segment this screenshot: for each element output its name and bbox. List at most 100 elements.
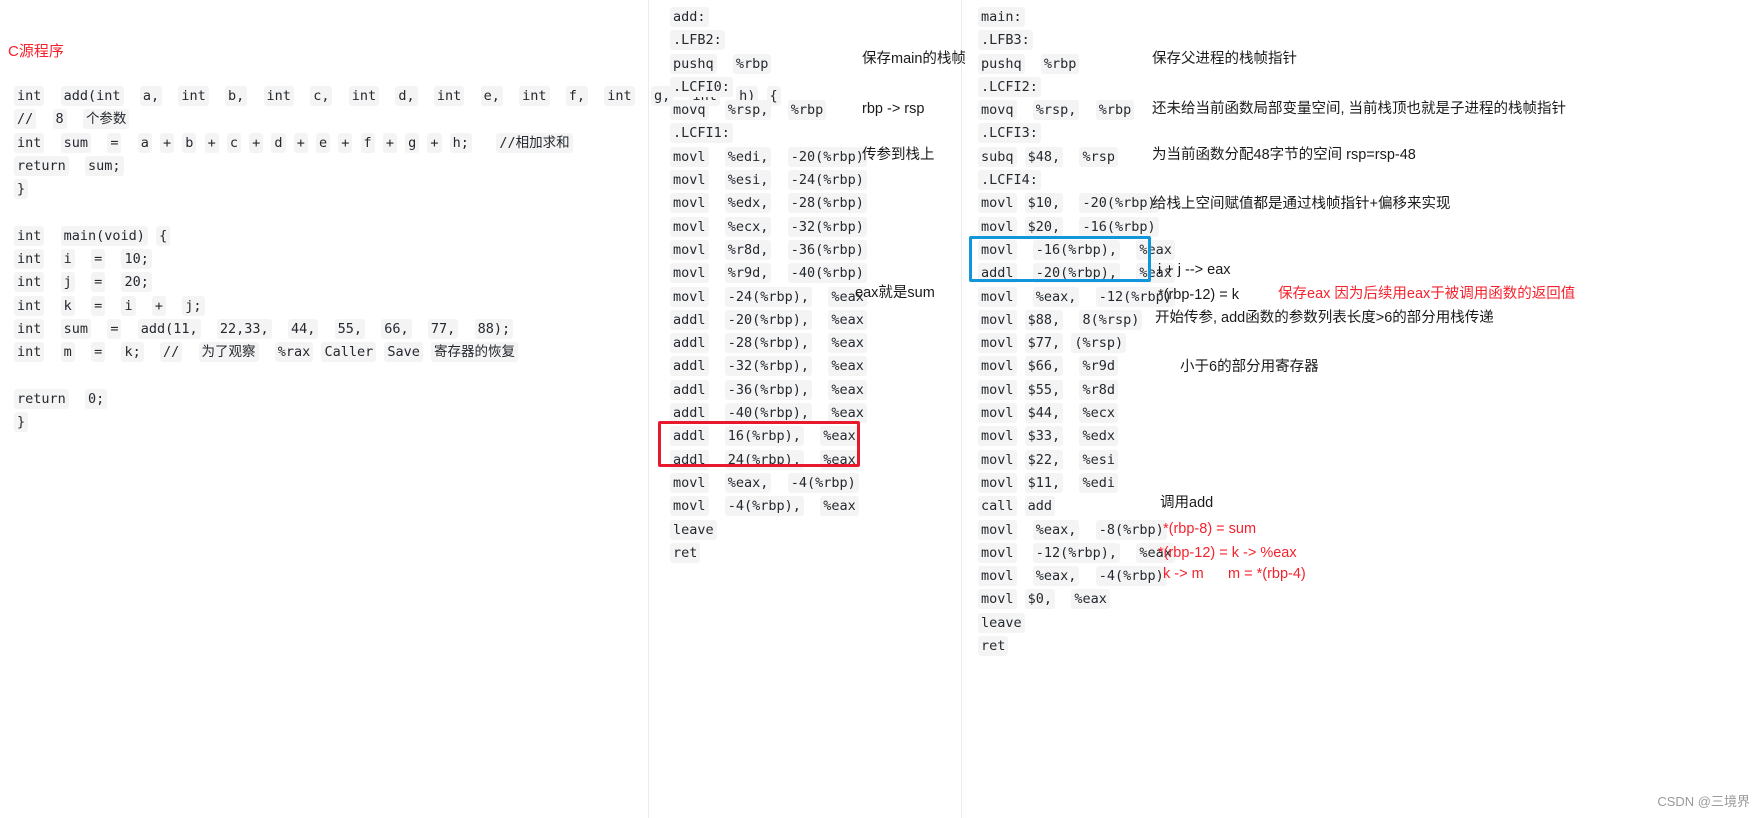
main-asm-token: (%rsp)	[1071, 333, 1127, 354]
c-source-token: +	[249, 132, 264, 153]
c-source-token: a,	[139, 86, 163, 106]
c-source-token: int	[14, 225, 45, 246]
main-asm-token: subq	[978, 146, 1017, 167]
main-asm-token: movl	[978, 356, 1017, 377]
main-asm-token: movl	[978, 542, 1017, 563]
c-source-token: sum;	[85, 155, 124, 176]
main-note: 保存eax 因为后续用eax于被调用函数的返回值	[1278, 286, 1576, 302]
main-asm-line: .LCFI4:	[978, 169, 1175, 192]
c-source-token: h;	[449, 132, 472, 153]
add-asm-line: movl -4(%rbp), %eax	[670, 495, 867, 518]
add-assembly-code-block: add: .LFB2: pushq %rbp .LCFI0: movq %rsp, %r…	[670, 6, 867, 565]
add-asm-token: -32(%rbp)	[787, 216, 867, 237]
add-asm-line: movl %ecx, -32(%rbp)	[670, 216, 867, 239]
c-source-token: g	[405, 132, 420, 153]
main-asm-token: %r8d	[1079, 379, 1118, 400]
c-source-code-block: int add(int a, int b, int c, int d, int …	[14, 85, 781, 434]
main-note: k -> m	[1163, 566, 1204, 582]
c-source-token: int	[14, 295, 45, 316]
c-source-token: return	[14, 155, 69, 176]
main-asm-token: $20,	[1024, 216, 1064, 237]
c-source-token: }	[14, 412, 29, 433]
main-asm-token: -4(%rbp)	[1095, 566, 1167, 587]
add-note: 保存main的栈帧	[862, 51, 966, 67]
main-asm-token: -16(%rbp),	[1032, 239, 1121, 260]
main-asm-line: call add	[978, 495, 1175, 518]
add-asm-token: movl	[670, 472, 709, 493]
add-asm-token: %r9d,	[724, 263, 772, 284]
add-asm-token: %eax	[820, 496, 859, 517]
c-source-token: Caller	[321, 342, 377, 363]
add-asm-token: movl	[670, 239, 709, 260]
main-asm-token: $11,	[1024, 472, 1064, 493]
add-asm-token: %edi,	[724, 146, 772, 167]
main-asm-token: movl	[978, 333, 1017, 354]
c-source-token: return	[14, 388, 69, 409]
c-source-token: d	[271, 132, 286, 153]
main-note: *(rbp-12) = k	[1158, 287, 1239, 303]
add-asm-token: addl	[670, 449, 709, 470]
main-asm-token: %rsp,	[1032, 100, 1080, 121]
add-asm-token: movl	[670, 496, 709, 517]
add-asm-token: movl	[670, 193, 709, 214]
main-asm-line: addl -20(%rbp), %eax	[978, 262, 1175, 285]
main-asm-token: 8(%rsp)	[1079, 309, 1143, 330]
c-source-token: 22,33,	[216, 318, 272, 339]
add-asm-token: -36(%rbp)	[787, 239, 867, 260]
add-asm-token: %eax	[828, 309, 867, 330]
main-asm-token: %eax,	[1032, 519, 1080, 540]
c-source-token: d,	[395, 86, 418, 106]
add-asm-token: -20(%rbp)	[787, 146, 867, 167]
main-asm-token: movl	[978, 472, 1017, 493]
c-source-line: int i = 10;	[14, 248, 781, 271]
main-asm-line: movl -16(%rbp), %eax	[978, 239, 1175, 262]
c-source-line: int sum = add(11, 22,33, 44, 55, 66, 77,…	[14, 318, 781, 341]
main-assembly-code-block: main: .LFB3: pushq %rbp .LCFI2: movq %rsp, %…	[978, 6, 1175, 658]
add-asm-token: 24(%rbp),	[724, 449, 804, 470]
c-source-token: sum	[60, 132, 92, 153]
add-asm-line: addl -20(%rbp), %eax	[670, 309, 867, 332]
main-asm-token: pushq	[978, 53, 1025, 74]
main-asm-token: $44,	[1024, 403, 1064, 424]
main-note: 还未给当前函数局部变量空间, 当前栈顶也就是子进程的栈帧指针	[1152, 101, 1567, 117]
c-source-line: int j = 20;	[14, 271, 781, 294]
main-asm-line: main:	[978, 6, 1175, 29]
main-note: *(rbp-12) = k -> %eax	[1158, 545, 1297, 561]
main-asm-line: movl $55, %r8d	[978, 379, 1175, 402]
c-source-token: k	[60, 295, 75, 316]
main-asm-token: $33,	[1024, 426, 1064, 447]
main-asm-token: movl	[978, 519, 1017, 540]
main-note: 给栈上空间赋值都是通过栈帧指针+偏移来实现	[1152, 196, 1451, 212]
c-source-token: int	[14, 132, 45, 153]
add-asm-token: movl	[670, 286, 709, 307]
c-source-token: int	[178, 86, 209, 106]
add-asm-line: addl 24(%rbp), %eax	[670, 449, 867, 472]
add-asm-token: %rbp	[787, 100, 827, 121]
main-asm-token: %rsp	[1079, 146, 1118, 167]
add-asm-line: addl -32(%rbp), %eax	[670, 355, 867, 378]
c-source-token: %rax	[274, 342, 314, 363]
main-note: 保存父进程的栈帧指针	[1152, 51, 1297, 67]
add-asm-token: -20(%rbp),	[724, 309, 813, 330]
main-asm-token: %edi	[1079, 472, 1118, 493]
add-asm-token: %r8d,	[724, 239, 772, 260]
main-asm-token: -12(%rbp),	[1032, 542, 1121, 563]
main-asm-token: $22,	[1024, 449, 1064, 470]
main-asm-token: %rbp	[1095, 100, 1135, 121]
main-asm-line: movl $88, 8(%rsp)	[978, 309, 1175, 332]
c-source-token: 20;	[121, 272, 152, 293]
add-asm-line: .LCFI0:	[670, 76, 867, 99]
c-source-token: 个参数	[82, 109, 130, 130]
add-asm-token: %rsp,	[724, 100, 772, 121]
c-source-token: int	[604, 86, 635, 106]
add-asm-token: -40(%rbp),	[724, 403, 813, 424]
add-note: 传参到栈上	[862, 147, 935, 163]
add-asm-token: -40(%rbp)	[787, 263, 867, 284]
add-asm-token: movl	[670, 170, 709, 191]
add-asm-token: %eax	[828, 333, 867, 354]
add-asm-line: movl %esi, -24(%rbp)	[670, 169, 867, 192]
main-asm-token: movq	[978, 100, 1017, 121]
add-asm-line: add:	[670, 6, 867, 29]
csdn-watermark: CSDN @三境界	[1657, 794, 1750, 809]
add-asm-line: leave	[670, 519, 867, 542]
